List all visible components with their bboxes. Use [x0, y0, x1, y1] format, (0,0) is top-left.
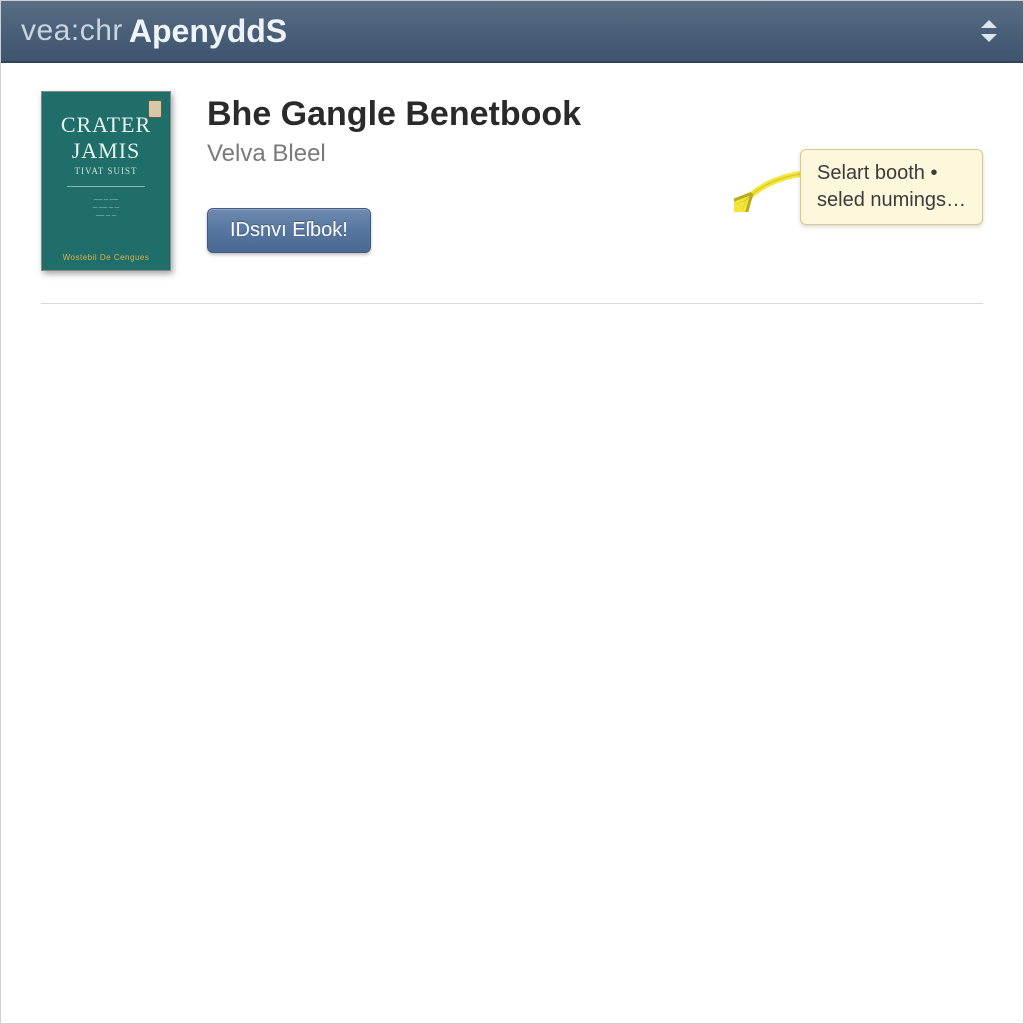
- tooltip-callout: Selart booth • seled numings…: [734, 149, 983, 225]
- book-cover[interactable]: CRATER JAMIS TIVAT SUIST ── ─ ─── ── ─ ─…: [41, 91, 171, 271]
- cover-title-line2: JAMIS: [72, 138, 141, 164]
- book-title: Bhe Gangle Benetbook: [207, 95, 983, 134]
- tooltip-line2: seled numings…: [817, 187, 966, 214]
- cover-blurb: ── ─ ─── ── ─ ─── ─ ─: [93, 197, 119, 220]
- book-row: CRATER JAMIS TIVAT SUIST ── ─ ─── ── ─ ─…: [41, 91, 983, 304]
- arrow-icon: [734, 162, 804, 212]
- cover-subtitle: TIVAT SUIST: [75, 166, 138, 176]
- header-prefix: vea:chr: [21, 14, 123, 48]
- app-frame: vea:chr ApenyddS CRATER JAMIS TIVAT SUIS…: [0, 0, 1024, 1024]
- cover-title-line1: CRATER: [61, 112, 151, 138]
- download-ebook-button[interactable]: IDsnvı Eſbok!: [207, 208, 371, 253]
- chevron-down-icon: [981, 34, 997, 42]
- cover-badge-icon: [148, 100, 162, 118]
- cover-divider: [67, 186, 145, 187]
- content-area: CRATER JAMIS TIVAT SUIST ── ─ ─── ── ─ ─…: [1, 63, 1023, 304]
- header-title: ApenyddS: [129, 13, 287, 50]
- tooltip-line1: Selart booth •: [817, 160, 966, 187]
- tooltip-box[interactable]: Selart booth • seled numings…: [800, 149, 983, 225]
- header-bar: vea:chr ApenyddS: [1, 1, 1023, 63]
- header-sort-toggle[interactable]: [981, 20, 1003, 42]
- cover-footer: Wostebil De Cengues: [63, 253, 150, 262]
- chevron-up-icon: [981, 20, 997, 28]
